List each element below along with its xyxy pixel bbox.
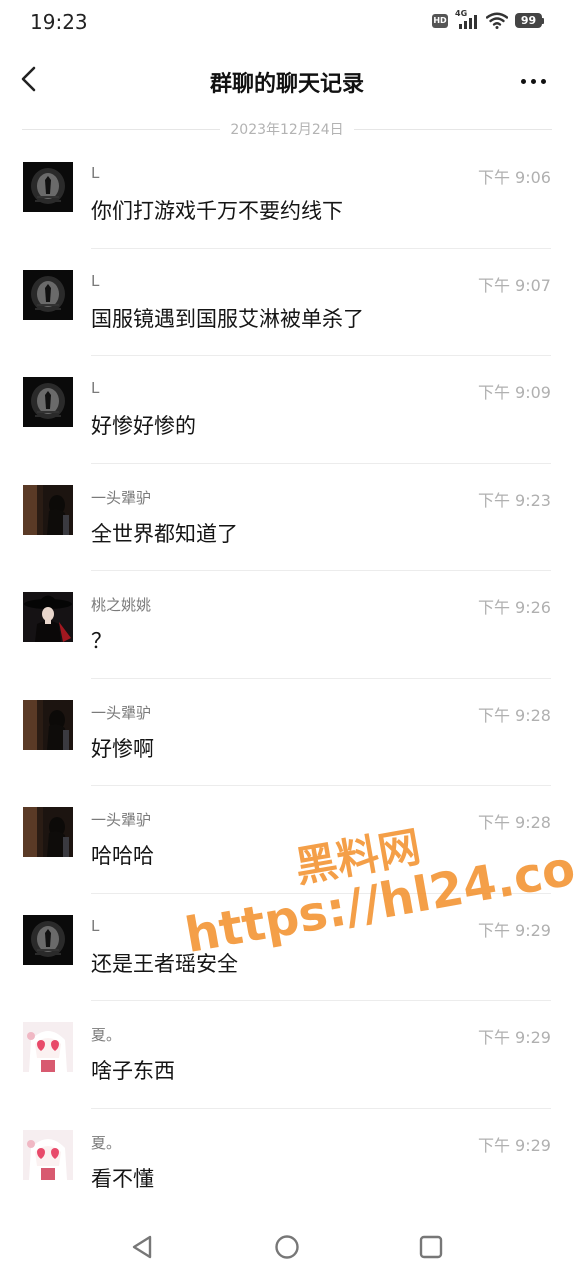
message-item[interactable]: L 下午 9:06 你们打游戏千万不要约线下 <box>0 141 574 249</box>
message-item[interactable]: 夏。 下午 9:29 看不懂 <box>0 1109 574 1217</box>
sender-name: 一头犟驴 <box>91 488 152 507</box>
dark-tunnel-avatar[interactable] <box>23 914 73 965</box>
sender-name: L <box>91 271 100 290</box>
message-text: 好惨好惨的 <box>91 414 196 438</box>
dark-tunnel-avatar[interactable] <box>23 269 73 320</box>
message-item[interactable]: 一头犟驴 下午 9:28 好惨啊 <box>0 679 574 786</box>
message-text: 全世界都知道了 <box>91 521 238 546</box>
message-item[interactable]: 一头犟驴 下午 9:23 全世界都知道了 <box>0 464 574 571</box>
battery-icon: 99 <box>515 13 544 28</box>
dark-tunnel-avatar[interactable] <box>23 162 73 212</box>
triangle-back-icon <box>132 1235 152 1259</box>
nav-bar: 群聊的聊天记录 <box>0 52 574 108</box>
message-item[interactable]: 夏。 下午 9:29 啥子东西 <box>0 1001 574 1109</box>
wifi-icon <box>486 12 508 29</box>
message-text: 好惨啊 <box>91 736 154 761</box>
message-text: ？ <box>91 629 112 653</box>
sender-name: 一头犟驴 <box>91 811 152 829</box>
message-item[interactable]: 桃之姚姚 下午 9:26 ？ <box>0 571 574 679</box>
status-icons: HD 4G 99 <box>432 9 544 29</box>
more-options-button[interactable] <box>516 66 550 96</box>
message-time: 下午 9:28 <box>477 705 551 725</box>
message-text: 你们打游戏千万不要约线下 <box>91 199 343 223</box>
date-label: 2023年12月24日 <box>230 122 344 138</box>
message-text: 国服镜遇到国服艾淋被单杀了 <box>91 306 364 331</box>
dark-silhouette-avatar[interactable] <box>23 484 73 535</box>
sender-name: L <box>91 916 100 935</box>
system-back-button[interactable] <box>128 1233 158 1265</box>
witch-hat-avatar[interactable] <box>23 592 73 642</box>
dark-tunnel-avatar[interactable] <box>23 377 73 427</box>
message-time: 下午 9:23 <box>477 490 551 510</box>
status-time: 19:23 <box>30 10 88 34</box>
dark-silhouette-avatar[interactable] <box>23 699 73 750</box>
status-bar: 19:23 HD 4G 99 <box>0 0 574 44</box>
page-title: 群聊的聊天记录 <box>209 72 364 97</box>
message-list: L 下午 9:06 你们打游戏千万不要约线下 L 下午 9:07 国服镜遇到国服… <box>0 141 574 1216</box>
circle-home-icon <box>275 1235 299 1259</box>
message-time: 下午 9:26 <box>477 598 551 617</box>
system-home-button[interactable] <box>273 1233 301 1265</box>
hd-icon: HD <box>432 13 448 28</box>
sender-name: 夏。 <box>91 1133 122 1152</box>
sender-name: L <box>91 379 100 397</box>
battery-level: 99 <box>515 13 542 28</box>
message-time: 下午 9:06 <box>477 168 551 187</box>
sender-name: 夏。 <box>91 1026 122 1044</box>
message-time: 下午 9:09 <box>477 383 551 402</box>
system-recents-button[interactable] <box>417 1233 445 1265</box>
sender-name: 桃之姚姚 <box>91 596 152 614</box>
message-time: 下午 9:29 <box>477 1028 551 1047</box>
more-dots-icon <box>520 78 526 84</box>
message-item[interactable]: L 下午 9:07 国服镜遇到国服艾淋被单杀了 <box>0 249 574 356</box>
message-time: 下午 9:07 <box>477 275 551 295</box>
sender-name: 一头犟驴 <box>91 703 152 722</box>
square-recents-icon <box>419 1235 443 1259</box>
message-time: 下午 9:29 <box>477 1135 551 1155</box>
cellular-signal-icon: 4G <box>455 9 479 29</box>
date-divider: 2023年12月24日 <box>22 118 553 140</box>
message-item[interactable]: L 下午 9:09 好惨好惨的 <box>0 356 574 464</box>
anime-girl-avatar[interactable] <box>23 1022 73 1072</box>
anime-girl-avatar[interactable] <box>23 1129 73 1180</box>
dark-silhouette-avatar[interactable] <box>23 807 73 857</box>
message-text: 啥子东西 <box>91 1059 175 1083</box>
system-nav-bar <box>0 1215 574 1279</box>
message-text: 哈哈哈 <box>91 844 154 868</box>
sender-name: L <box>91 164 100 182</box>
message-text: 看不懂 <box>91 1166 154 1191</box>
